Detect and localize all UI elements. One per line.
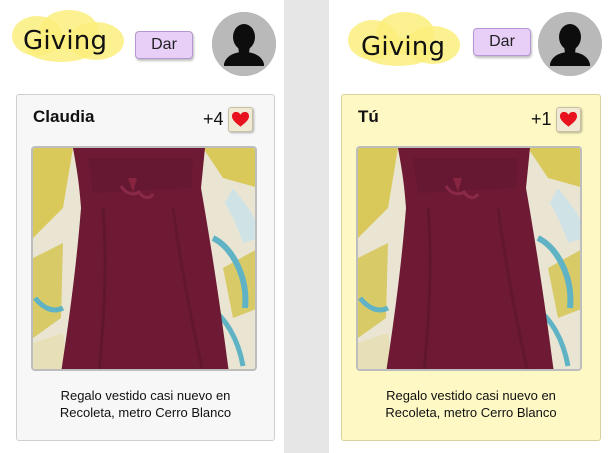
screen-divider bbox=[284, 0, 329, 453]
feed-screen-own: Giving Dar Tú +1 Regalo vestido casi nue… bbox=[329, 0, 614, 453]
post-photo[interactable] bbox=[356, 146, 582, 371]
feed-screen-other: Giving Dar Claudia +4 Regalo vestido cas… bbox=[0, 0, 284, 453]
post-description: Regalo vestido casi nuevo en Recoleta, m… bbox=[385, 388, 557, 420]
user-silhouette-icon bbox=[212, 12, 276, 76]
give-button[interactable]: Dar bbox=[473, 28, 531, 56]
like-button[interactable] bbox=[228, 107, 253, 132]
heart-icon bbox=[559, 110, 578, 129]
user-silhouette-icon bbox=[538, 12, 602, 76]
dress-photo-image bbox=[33, 148, 257, 371]
logo-text: Giving bbox=[23, 26, 108, 56]
like-count: +4 bbox=[203, 109, 224, 129]
app-logo: Giving bbox=[10, 10, 130, 70]
post-card[interactable]: Claudia +4 Regalo vestido casi nuevo en … bbox=[16, 94, 275, 441]
post-author: Tú bbox=[358, 107, 379, 126]
user-avatar[interactable] bbox=[212, 12, 276, 76]
post-description: Regalo vestido casi nuevo en Recoleta, m… bbox=[59, 388, 232, 420]
post-photo[interactable] bbox=[31, 146, 257, 371]
post-author: Claudia bbox=[33, 107, 95, 126]
user-avatar[interactable] bbox=[538, 12, 602, 76]
logo-text: Giving bbox=[361, 32, 446, 62]
give-button[interactable]: Dar bbox=[135, 31, 193, 59]
post-card-own[interactable]: Tú +1 Regalo vestido casi nuevo en Recol… bbox=[341, 94, 601, 441]
app-logo: Giving bbox=[344, 12, 464, 72]
dress-photo-image bbox=[358, 148, 582, 371]
heart-icon bbox=[231, 110, 250, 129]
like-count: +1 bbox=[531, 109, 552, 129]
like-button[interactable] bbox=[556, 107, 581, 132]
